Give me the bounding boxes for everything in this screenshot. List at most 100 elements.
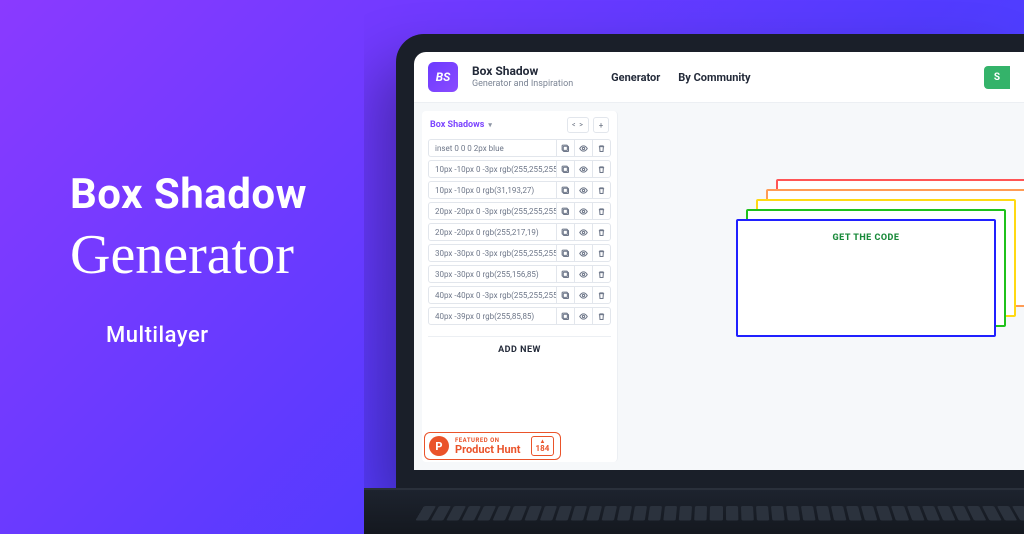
copy-icon[interactable] bbox=[556, 161, 574, 177]
shadow-row: 20px -20px 0 rgb(255,217,19) bbox=[428, 223, 611, 241]
visibility-icon[interactable] bbox=[574, 245, 592, 261]
shadow-value[interactable]: 20px -20px 0 -3px rgb(255,255,255) bbox=[429, 207, 556, 216]
keyboard-key bbox=[601, 506, 617, 521]
copy-icon[interactable] bbox=[556, 266, 574, 282]
keyboard-key bbox=[771, 506, 785, 521]
app-subtitle: Generator and Inspiration bbox=[472, 79, 573, 90]
shadow-value[interactable]: 10px -10px 0 -3px rgb(255,255,255) bbox=[429, 165, 556, 174]
delete-icon[interactable] bbox=[592, 287, 610, 303]
keyboard-key bbox=[816, 506, 831, 521]
app-titles: Box Shadow Generator and Inspiration bbox=[472, 64, 573, 89]
keyboard-key bbox=[831, 506, 847, 521]
keyboard-key bbox=[846, 506, 862, 521]
copy-icon[interactable] bbox=[556, 203, 574, 219]
keyboard-key bbox=[726, 506, 738, 521]
nav-generator[interactable]: Generator bbox=[611, 71, 660, 84]
keyboard-key bbox=[786, 506, 800, 521]
keyboard-key bbox=[801, 506, 816, 521]
keyboard-key bbox=[756, 506, 769, 521]
product-hunt-vote-count: 184 bbox=[536, 445, 550, 453]
shadow-row: 30px -30px 0 rgb(255,156,85) bbox=[428, 265, 611, 283]
shadow-value[interactable]: 20px -20px 0 rgb(255,217,19) bbox=[429, 228, 556, 237]
delete-icon[interactable] bbox=[592, 224, 610, 240]
shadow-row: 40px -40px 0 -3px rgb(255,255,255) bbox=[428, 286, 611, 304]
keyboard-key bbox=[524, 506, 542, 521]
product-hunt-votes: ▲ 184 bbox=[531, 436, 555, 456]
delete-icon[interactable] bbox=[592, 308, 610, 324]
preview-canvas: GET THE CODE bbox=[626, 103, 1024, 470]
add-new-button[interactable]: ADD NEW bbox=[428, 336, 611, 363]
save-button[interactable]: S bbox=[984, 66, 1010, 89]
visibility-icon[interactable] bbox=[574, 203, 592, 219]
nav-community[interactable]: By Community bbox=[678, 71, 750, 84]
promo-block: Box Shadow Generator Multilayer bbox=[70, 170, 370, 348]
visibility-icon[interactable] bbox=[574, 308, 592, 324]
promo-script: Generator bbox=[70, 223, 370, 287]
copy-icon[interactable] bbox=[556, 287, 574, 303]
shadow-row: 10px -10px 0 rgb(31,193,27) bbox=[428, 181, 611, 199]
add-button[interactable]: + bbox=[593, 117, 609, 133]
keyboard-key bbox=[695, 506, 708, 521]
laptop-screen-frame: BS Box Shadow Generator and Inspiration … bbox=[396, 34, 1024, 488]
keyboard-key bbox=[586, 506, 602, 521]
shadows-sidebar: Box Shadows ▾ < > + inset 0 0 0 2px blue… bbox=[422, 111, 618, 462]
visibility-icon[interactable] bbox=[574, 266, 592, 282]
product-hunt-badge[interactable]: P FEATURED ON Product Hunt ▲ 184 bbox=[424, 432, 561, 460]
shadow-value[interactable]: 40px -40px 0 -3px rgb(255,255,255) bbox=[429, 291, 556, 300]
visibility-icon[interactable] bbox=[574, 182, 592, 198]
app-body: Box Shadows ▾ < > + inset 0 0 0 2px blue… bbox=[414, 103, 1024, 470]
shadow-value[interactable]: 40px -39px 0 rgb(255,85,85) bbox=[429, 312, 556, 321]
copy-icon[interactable] bbox=[556, 182, 574, 198]
keyboard-key bbox=[664, 506, 678, 521]
keyboard-key bbox=[876, 506, 893, 521]
delete-icon[interactable] bbox=[592, 161, 610, 177]
app-logo: BS bbox=[428, 62, 458, 92]
top-nav: Generator By Community bbox=[611, 71, 750, 84]
laptop-keyboard bbox=[415, 506, 1024, 521]
copy-icon[interactable] bbox=[556, 140, 574, 156]
sidebar-title-text: Box Shadows bbox=[430, 120, 484, 130]
app-header: BS Box Shadow Generator and Inspiration … bbox=[414, 52, 1024, 103]
copy-icon[interactable] bbox=[556, 245, 574, 261]
visibility-icon[interactable] bbox=[574, 140, 592, 156]
delete-icon[interactable] bbox=[592, 140, 610, 156]
shadow-value[interactable]: inset 0 0 0 2px blue bbox=[429, 144, 556, 153]
keyboard-key bbox=[679, 506, 692, 521]
visibility-icon[interactable] bbox=[574, 161, 592, 177]
product-hunt-text: FEATURED ON Product Hunt bbox=[455, 438, 521, 455]
shadow-row: 10px -10px 0 -3px rgb(255,255,255) bbox=[428, 160, 611, 178]
preview-stack: GET THE CODE bbox=[736, 179, 1006, 315]
keyboard-key bbox=[617, 506, 632, 521]
delete-icon[interactable] bbox=[592, 182, 610, 198]
product-hunt-name: Product Hunt bbox=[455, 444, 521, 455]
shadow-row: inset 0 0 0 2px blue bbox=[428, 139, 611, 157]
app-title: Box Shadow bbox=[472, 64, 573, 78]
delete-icon[interactable] bbox=[592, 245, 610, 261]
copy-icon[interactable] bbox=[556, 308, 574, 324]
visibility-icon[interactable] bbox=[574, 287, 592, 303]
sidebar-header: Box Shadows ▾ < > + bbox=[422, 111, 617, 139]
keyboard-key bbox=[710, 506, 722, 521]
keyboard-key bbox=[555, 506, 572, 521]
app-window: BS Box Shadow Generator and Inspiration … bbox=[414, 52, 1024, 470]
delete-icon[interactable] bbox=[592, 203, 610, 219]
delete-icon[interactable] bbox=[592, 266, 610, 282]
copy-icon[interactable] bbox=[556, 224, 574, 240]
shadow-value[interactable]: 10px -10px 0 rgb(31,193,27) bbox=[429, 186, 556, 195]
sidebar-toolbar: < > + bbox=[567, 117, 609, 133]
chevron-down-icon: ▾ bbox=[488, 121, 492, 129]
keyboard-key bbox=[539, 506, 556, 521]
promo-title: Box Shadow bbox=[70, 170, 370, 219]
code-toggle-button[interactable]: < > bbox=[567, 117, 589, 133]
keyboard-key bbox=[570, 506, 586, 521]
visibility-icon[interactable] bbox=[574, 224, 592, 240]
shadow-row: 40px -39px 0 rgb(255,85,85) bbox=[428, 307, 611, 325]
shadow-value[interactable]: 30px -30px 0 rgb(255,156,85) bbox=[429, 270, 556, 279]
sidebar-title[interactable]: Box Shadows ▾ bbox=[430, 120, 492, 130]
product-hunt-logo-icon: P bbox=[429, 436, 449, 456]
keyboard-key bbox=[508, 506, 526, 521]
shadow-row: 30px -30px 0 -3px rgb(255,255,255) bbox=[428, 244, 611, 262]
promo-subtitle: Multilayer bbox=[106, 323, 370, 348]
get-code-button[interactable]: GET THE CODE bbox=[736, 179, 996, 297]
shadow-value[interactable]: 30px -30px 0 -3px rgb(255,255,255) bbox=[429, 249, 556, 258]
